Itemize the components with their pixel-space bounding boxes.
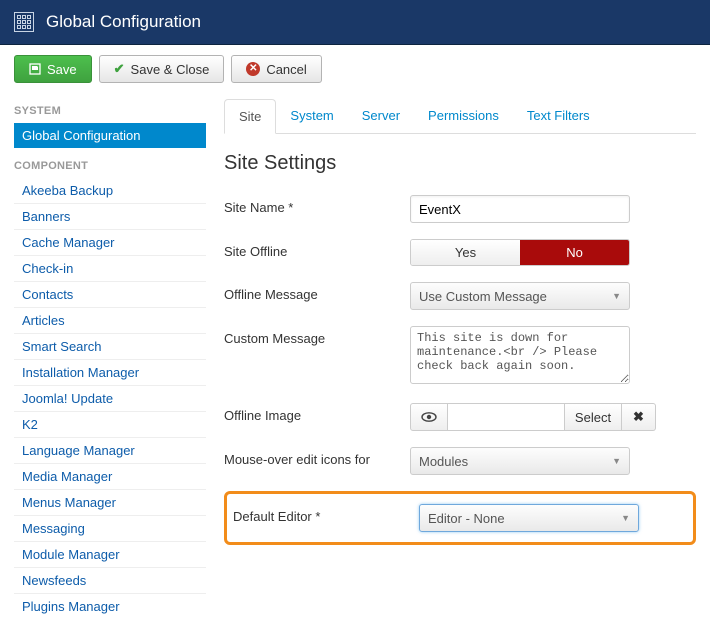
select-image-button[interactable]: Select	[564, 403, 622, 431]
sidebar-item-banners[interactable]: Banners	[14, 203, 206, 229]
close-icon: ✖	[633, 409, 644, 425]
sidebar-item-plugins-manager[interactable]: Plugins Manager	[14, 593, 206, 619]
sidebar-item-module-manager[interactable]: Module Manager	[14, 541, 206, 567]
tab-server[interactable]: Server	[348, 99, 414, 133]
chevron-down-icon: ▼	[621, 513, 630, 523]
offline-image-picker: Select ✖	[410, 403, 656, 431]
sidebar-item-menus-manager[interactable]: Menus Manager	[14, 489, 206, 515]
row-default-editor: Default Editor * Editor - None ▼	[224, 491, 696, 545]
default-editor-select[interactable]: Editor - None ▼	[419, 504, 639, 532]
sidebar-item-contacts[interactable]: Contacts	[14, 281, 206, 307]
save-close-label: Save & Close	[131, 62, 210, 77]
tab-permissions[interactable]: Permissions	[414, 99, 513, 133]
offline-message-value: Use Custom Message	[419, 289, 547, 304]
offline-image-path[interactable]	[448, 403, 564, 431]
clear-image-button[interactable]: ✖	[622, 403, 656, 431]
sidebar-system-list: Global Configuration	[14, 123, 206, 148]
sidebar-component-list: Akeeba BackupBannersCache ManagerCheck-i…	[14, 178, 206, 619]
cancel-icon: ✕	[246, 62, 260, 76]
row-offline-message: Offline Message Use Custom Message ▼	[224, 282, 696, 310]
sidebar-section-system: SYSTEM	[14, 105, 206, 117]
offline-message-select[interactable]: Use Custom Message ▼	[410, 282, 630, 310]
tab-system[interactable]: System	[276, 99, 347, 133]
save-button[interactable]: Save	[14, 55, 92, 83]
sidebar-item-newsfeeds[interactable]: Newsfeeds	[14, 567, 206, 593]
save-label: Save	[47, 62, 77, 77]
page-title: Global Configuration	[46, 12, 201, 32]
sidebar-item-global-configuration[interactable]: Global Configuration	[14, 123, 206, 148]
row-custom-message: Custom Message	[224, 326, 696, 387]
label-site-name: Site Name *	[224, 195, 410, 215]
chevron-down-icon: ▼	[612, 456, 621, 466]
site-offline-toggle[interactable]: Yes No	[410, 239, 630, 266]
label-offline-image: Offline Image	[224, 403, 410, 423]
site-name-input[interactable]	[410, 195, 630, 223]
label-custom-message: Custom Message	[224, 326, 410, 346]
mouseover-value: Modules	[419, 454, 468, 469]
custom-message-textarea[interactable]	[410, 326, 630, 384]
label-mouseover: Mouse-over edit icons for	[224, 447, 410, 467]
app-header: Global Configuration	[0, 0, 710, 45]
main-content: Site System Server Permissions Text Filt…	[224, 93, 696, 619]
preview-button[interactable]	[410, 403, 448, 431]
sidebar-item-cache-manager[interactable]: Cache Manager	[14, 229, 206, 255]
row-offline-image: Offline Image Select ✖	[224, 403, 696, 431]
mouseover-select[interactable]: Modules ▼	[410, 447, 630, 475]
label-site-offline: Site Offline	[224, 239, 410, 259]
sidebar-item-check-in[interactable]: Check-in	[14, 255, 206, 281]
tab-site[interactable]: Site	[224, 99, 276, 134]
label-default-editor: Default Editor *	[233, 504, 419, 524]
site-offline-yes[interactable]: Yes	[411, 240, 520, 265]
check-icon: ✔	[114, 61, 125, 77]
sidebar-item-smart-search[interactable]: Smart Search	[14, 333, 206, 359]
sidebar-item-joomla-update[interactable]: Joomla! Update	[14, 385, 206, 411]
site-offline-no[interactable]: No	[520, 240, 629, 265]
cancel-button[interactable]: ✕ Cancel	[231, 55, 321, 83]
default-editor-value: Editor - None	[428, 511, 505, 526]
sidebar-item-installation-manager[interactable]: Installation Manager	[14, 359, 206, 385]
tab-text-filters[interactable]: Text Filters	[513, 99, 604, 133]
row-mouseover: Mouse-over edit icons for Modules ▼	[224, 447, 696, 475]
row-site-offline: Site Offline Yes No	[224, 239, 696, 266]
sidebar-section-component: COMPONENT	[14, 160, 206, 172]
chevron-down-icon: ▼	[612, 291, 621, 301]
eye-icon	[421, 412, 437, 422]
label-offline-message: Offline Message	[224, 282, 410, 302]
cancel-label: Cancel	[266, 62, 306, 77]
sidebar-item-language-manager[interactable]: Language Manager	[14, 437, 206, 463]
sidebar-item-media-manager[interactable]: Media Manager	[14, 463, 206, 489]
sidebar: SYSTEM Global Configuration COMPONENT Ak…	[14, 93, 224, 619]
app-grid-icon	[14, 12, 34, 32]
sidebar-item-akeeba-backup[interactable]: Akeeba Backup	[14, 178, 206, 203]
sidebar-item-messaging[interactable]: Messaging	[14, 515, 206, 541]
save-icon	[29, 63, 41, 75]
action-toolbar: Save ✔ Save & Close ✕ Cancel	[0, 45, 710, 93]
sidebar-item-articles[interactable]: Articles	[14, 307, 206, 333]
save-close-button[interactable]: ✔ Save & Close	[99, 55, 225, 83]
row-site-name: Site Name *	[224, 195, 696, 223]
tab-bar: Site System Server Permissions Text Filt…	[224, 99, 696, 134]
sidebar-item-k2[interactable]: K2	[14, 411, 206, 437]
section-heading: Site Settings	[224, 152, 696, 175]
